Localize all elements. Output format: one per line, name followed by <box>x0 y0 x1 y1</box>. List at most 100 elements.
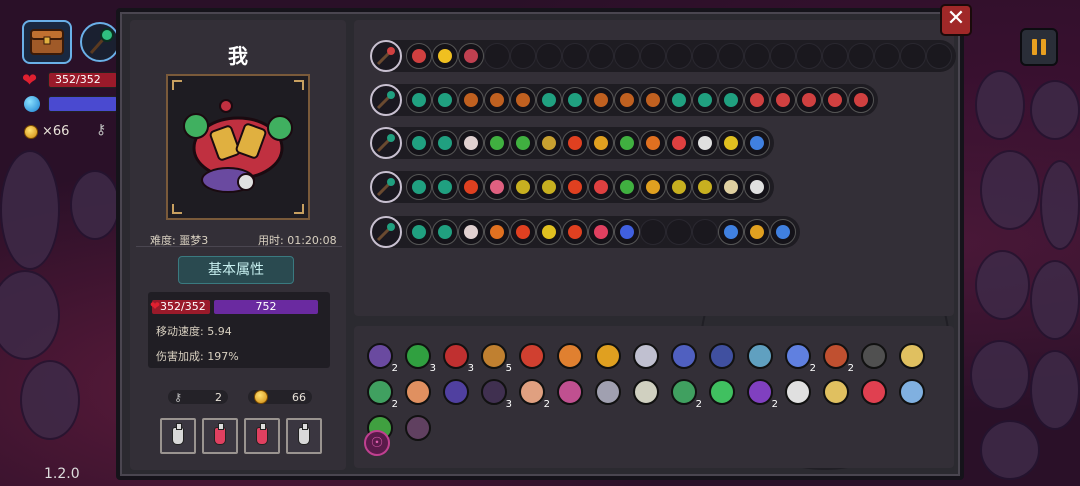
modifier-chip[interactable] <box>744 219 770 245</box>
modifier-chip[interactable] <box>510 219 536 245</box>
empty-chip-slot[interactable] <box>666 219 692 245</box>
bomb-item[interactable]: 2 <box>818 338 854 374</box>
magnifier-item[interactable] <box>590 374 626 410</box>
modifier-chip[interactable] <box>718 130 744 156</box>
modifier-chip[interactable] <box>484 174 510 200</box>
modifier-chip[interactable] <box>614 87 640 113</box>
chest-bag-icon[interactable] <box>22 20 72 64</box>
heart-item[interactable] <box>856 374 892 410</box>
hood-item[interactable]: 2 <box>362 338 398 374</box>
spirit-item[interactable] <box>400 410 436 446</box>
modifier-chip[interactable] <box>432 130 458 156</box>
modifier-chip[interactable] <box>718 87 744 113</box>
modifier-chip[interactable] <box>822 87 848 113</box>
empty-chip-slot[interactable] <box>536 43 562 69</box>
modifier-chip[interactable] <box>692 87 718 113</box>
modifier-chip[interactable] <box>458 219 484 245</box>
modifier-chip[interactable] <box>432 219 458 245</box>
modifier-chip[interactable] <box>848 87 874 113</box>
flower-item[interactable]: 2 <box>780 338 816 374</box>
modifier-chip[interactable] <box>588 174 614 200</box>
empty-chip-slot[interactable] <box>484 43 510 69</box>
modifier-chip[interactable] <box>640 130 666 156</box>
attributes-title[interactable]: 基本属性 <box>178 256 294 284</box>
dagger-item[interactable] <box>628 338 664 374</box>
modifier-chip[interactable] <box>458 43 484 69</box>
modifier-chip[interactable] <box>406 219 432 245</box>
modifier-chip[interactable] <box>770 87 796 113</box>
modifier-chip[interactable] <box>406 174 432 200</box>
spiked-staff-icon[interactable] <box>370 216 402 248</box>
curse-sigil-icon[interactable]: ☉ <box>364 430 390 456</box>
clover-item[interactable] <box>704 374 740 410</box>
empty-chip-slot[interactable] <box>692 219 718 245</box>
modifier-chip[interactable] <box>588 87 614 113</box>
empty-chip-slot[interactable] <box>770 43 796 69</box>
chest-bag-icon[interactable] <box>370 40 402 72</box>
close-button[interactable]: ✕ <box>940 4 972 36</box>
modifier-chip[interactable] <box>640 87 666 113</box>
modifier-chip[interactable] <box>510 87 536 113</box>
modifier-chip[interactable] <box>744 130 770 156</box>
empty-chip-slot[interactable] <box>874 43 900 69</box>
modifier-chip[interactable] <box>692 174 718 200</box>
modifier-chip[interactable] <box>614 174 640 200</box>
empty-chip-slot[interactable] <box>640 43 666 69</box>
modifier-chip[interactable] <box>406 130 432 156</box>
modifier-chip[interactable] <box>718 219 744 245</box>
modifier-chip[interactable] <box>588 130 614 156</box>
modifier-chip[interactable] <box>562 219 588 245</box>
potion-slot[interactable] <box>286 418 322 454</box>
modifier-chip[interactable] <box>614 130 640 156</box>
modifier-chip[interactable] <box>536 87 562 113</box>
beetle-item[interactable] <box>704 338 740 374</box>
modifier-chip[interactable] <box>510 174 536 200</box>
modifier-chip[interactable] <box>484 219 510 245</box>
modifier-chip[interactable] <box>666 174 692 200</box>
modifier-chip[interactable] <box>692 130 718 156</box>
modifier-chip[interactable] <box>666 130 692 156</box>
pause-button[interactable] <box>1020 28 1058 66</box>
compass-item[interactable] <box>742 338 778 374</box>
modifier-chip[interactable] <box>718 174 744 200</box>
potion-slot[interactable] <box>202 418 238 454</box>
green-staff-icon[interactable] <box>370 84 402 116</box>
modifier-chip[interactable] <box>536 174 562 200</box>
worm-item[interactable] <box>628 374 664 410</box>
modifier-chip[interactable] <box>458 87 484 113</box>
modifier-chip[interactable] <box>562 130 588 156</box>
modifier-chip[interactable] <box>562 87 588 113</box>
empty-chip-slot[interactable] <box>744 43 770 69</box>
lens-item[interactable] <box>894 374 930 410</box>
rune-item[interactable] <box>438 374 474 410</box>
modifier-chip[interactable] <box>432 87 458 113</box>
empty-chip-slot[interactable] <box>640 219 666 245</box>
modifier-chip[interactable] <box>432 43 458 69</box>
cloak-item[interactable]: 3 <box>476 374 512 410</box>
empty-chip-slot[interactable] <box>666 43 692 69</box>
modifier-chip[interactable] <box>770 219 796 245</box>
modifier-chip[interactable] <box>432 174 458 200</box>
empty-chip-slot[interactable] <box>692 43 718 69</box>
modifier-chip[interactable] <box>458 130 484 156</box>
scroll-item[interactable] <box>552 338 588 374</box>
glove-item[interactable] <box>590 338 626 374</box>
gem-item[interactable]: 2 <box>362 374 398 410</box>
empty-chip-slot[interactable] <box>926 43 952 69</box>
empty-chip-slot[interactable] <box>848 43 874 69</box>
modifier-chip[interactable] <box>406 43 432 69</box>
modifier-chip[interactable] <box>614 219 640 245</box>
modifier-chip[interactable] <box>588 219 614 245</box>
modifier-chip[interactable] <box>458 174 484 200</box>
fangs-item[interactable] <box>780 374 816 410</box>
empty-chip-slot[interactable] <box>614 43 640 69</box>
empty-chip-slot[interactable] <box>588 43 614 69</box>
potion-slot[interactable] <box>160 418 196 454</box>
claw-item[interactable]: 3 <box>400 338 436 374</box>
wizard-hat-item[interactable]: 2 <box>742 374 778 410</box>
empty-chip-slot[interactable] <box>562 43 588 69</box>
egg-item[interactable] <box>400 374 436 410</box>
dark-staff-icon[interactable] <box>370 171 402 203</box>
pickaxe-item[interactable]: 5 <box>476 338 512 374</box>
potion-slot[interactable] <box>244 418 280 454</box>
